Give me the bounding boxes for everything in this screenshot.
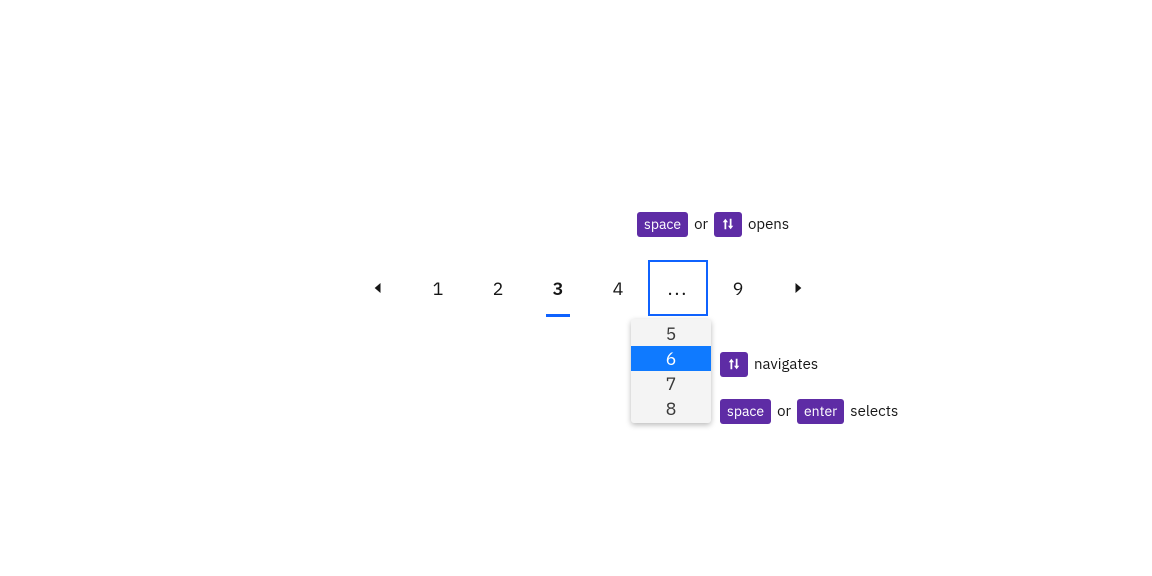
page-1[interactable]: 1: [408, 260, 468, 316]
overflow-option-5[interactable]: 5: [631, 321, 711, 346]
hint-open-or: or: [694, 215, 708, 234]
hint-select-verb: selects: [850, 402, 898, 421]
caret-left-icon: [373, 283, 383, 293]
pagination-next-button[interactable]: [768, 260, 828, 316]
page-3-current[interactable]: 3: [528, 260, 588, 316]
hint-navigate-verb: navigates: [754, 355, 818, 374]
hint-navigate: navigates: [720, 352, 818, 377]
hint-select: space or enter selects: [720, 399, 898, 424]
hint-select-or: or: [777, 402, 791, 421]
page-overflow-button[interactable]: ...: [648, 260, 708, 316]
hint-open: space or opens: [637, 212, 789, 237]
page-4[interactable]: 4: [588, 260, 648, 316]
key-space-2: space: [720, 399, 771, 424]
overflow-option-6-highlighted[interactable]: 6: [631, 346, 711, 371]
key-updown-icon: [714, 212, 742, 237]
page-overflow-menu[interactable]: 5 6 7 8: [631, 319, 711, 423]
key-enter: enter: [797, 399, 844, 424]
page-9[interactable]: 9: [708, 260, 768, 316]
hint-open-verb: opens: [748, 215, 789, 234]
pagination-prev-button[interactable]: [348, 260, 408, 316]
pagination: 1 2 3 4 ... 9: [348, 260, 828, 316]
caret-right-icon: [793, 283, 803, 293]
overflow-option-8[interactable]: 8: [631, 396, 711, 421]
key-updown-icon-2: [720, 352, 748, 377]
key-space: space: [637, 212, 688, 237]
overflow-option-7[interactable]: 7: [631, 371, 711, 396]
page-2[interactable]: 2: [468, 260, 528, 316]
